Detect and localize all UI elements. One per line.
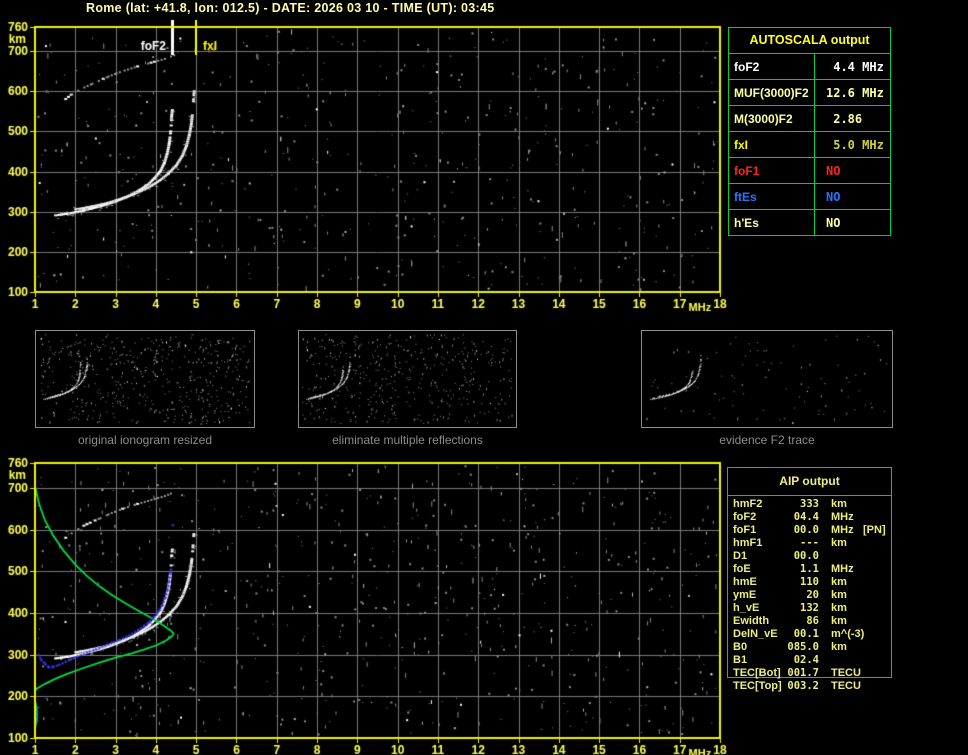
param-unit: TECU [831, 680, 861, 692]
param-name: ftEs [734, 189, 757, 204]
param-name: DelN_vE [733, 628, 778, 640]
param-value: 001.7 [787, 667, 819, 679]
thumbnail-original-canvas [36, 331, 254, 427]
table-row: D1 00.0 [727, 550, 892, 563]
thumbnail-caption: evidence F2 trace [719, 433, 815, 447]
param-value: 02.4 [793, 654, 819, 666]
table-row: foF1 NO [729, 158, 890, 184]
aip-output-title: AIP output [728, 468, 891, 496]
param-name: fxI [734, 137, 749, 152]
param-unit: MHz [831, 524, 854, 536]
param-name: foF2 [733, 511, 757, 523]
thumbnail-original-ionogram [35, 330, 255, 428]
autoscala-output-rows: foF2 4.4 MHz MUF(3000)F2 12.6 MHz M(3000)F2… [729, 54, 890, 235]
param-value: 20 [806, 589, 819, 601]
table-row: TEC[Top] 003.2 TECU [727, 680, 892, 693]
table-row: ftEs NO [729, 184, 890, 210]
autoscala-output-table: AUTOSCALA output foF2 4.4 MHz MUF(3000)F2… [728, 27, 891, 236]
table-row: foF2 4.4 MHz [729, 54, 890, 80]
thumbnail-eliminate-canvas [299, 331, 516, 427]
param-name: h'Es [734, 215, 759, 230]
param-unit: TECU [831, 667, 861, 679]
param-name: foE [733, 563, 751, 575]
param-value: 110 [800, 576, 819, 588]
param-name: h_vE [733, 602, 760, 614]
param-name: TEC[Bot] [733, 667, 781, 679]
param-value: NO [826, 163, 841, 178]
param-name: D1 [733, 550, 748, 562]
main-ionogram-plot [0, 15, 730, 315]
table-row: M(3000)F2 2.86 [729, 106, 890, 132]
param-unit: km [831, 537, 847, 549]
param-value: NO [826, 215, 841, 230]
param-value: 00.0 [793, 550, 819, 562]
table-row: foF2 04.4 MHz [727, 511, 892, 524]
table-row: B0 085.0 km [727, 641, 892, 654]
table-row: h'Es NO [729, 210, 890, 235]
param-value: 04.4 [793, 511, 819, 523]
param-unit: km [831, 498, 847, 510]
param-unit: MHz [831, 511, 854, 523]
thumbnail-evidence-f2-trace [641, 330, 893, 428]
table-row: foF1 00.0 MHz [PN] [727, 524, 892, 537]
param-name: B1 [733, 654, 748, 666]
param-unit: km [831, 641, 847, 653]
thumbnail-caption: original ionogram resized [77, 433, 213, 447]
param-unit: m^(-3) [831, 628, 865, 640]
table-row: hmF2 333 km [727, 498, 892, 511]
param-value: 4.4 MHz [826, 59, 884, 74]
param-name: hmE [733, 576, 757, 588]
param-name: foF2 [734, 59, 760, 74]
param-value: 333 [800, 498, 819, 510]
param-unit: km [831, 576, 847, 588]
thumbnail-caption: eliminate multiple reflections [332, 433, 483, 447]
param-value: 132 [800, 602, 819, 614]
param-unit: km [831, 602, 847, 614]
param-name: MUF(3000)F2 [734, 85, 809, 100]
table-column-divider [814, 53, 815, 235]
param-unit: MHz [831, 563, 854, 575]
param-name: M(3000)F2 [734, 111, 793, 126]
thumbnail-evidence-canvas [642, 331, 892, 427]
table-row: B1 02.4 [727, 654, 892, 667]
param-value: 5.0 MHz [826, 137, 884, 152]
param-value: 2.86 [826, 111, 863, 126]
param-name: hmF2 [733, 498, 763, 510]
param-name: ymE [733, 589, 757, 601]
aip-output-rows: hmF2 333 km foF2 04.4 MHz foF1 00.0 MHz [PN] hmF1 -… [727, 498, 892, 693]
table-row: TEC[Bot] 001.7 TECU [727, 667, 892, 680]
table-row: h_vE 132 km [727, 602, 892, 615]
param-value: 00.0 [793, 524, 819, 536]
thumbnail-eliminate-reflections [298, 330, 517, 428]
param-value: 003.2 [787, 680, 819, 692]
table-row: hmF1 --- km [727, 537, 892, 550]
param-unit: km [831, 589, 847, 601]
table-row: ymE 20 km [727, 589, 892, 602]
param-value: 12.6 MHz [826, 85, 884, 100]
param-value: --- [800, 537, 819, 549]
param-value: NO [826, 189, 841, 204]
param-name: B0 [733, 641, 748, 653]
table-row: Ewidth 86 km [727, 615, 892, 628]
param-value: 86 [806, 615, 819, 627]
param-name: foF1 [734, 163, 760, 178]
autoscala-output-title: AUTOSCALA output [729, 28, 890, 54]
table-row: foE 1.1 MHz [727, 563, 892, 576]
autoscala-window: Rome (lat: +41.8, lon: 012.5) - DATE: 20… [0, 0, 968, 755]
param-unit: km [831, 615, 847, 627]
profile-ionogram-plot [0, 455, 730, 755]
param-name: TEC[Top] [733, 680, 782, 692]
table-row: DelN_vE 00.1 m^(-3) [727, 628, 892, 641]
param-value: 1.1 [800, 563, 819, 575]
station-header: Rome (lat: +41.8, lon: 012.5) - DATE: 20… [86, 1, 495, 15]
param-name: hmF1 [733, 537, 763, 549]
param-value: 00.1 [793, 628, 819, 640]
table-row: MUF(3000)F2 12.6 MHz [729, 80, 890, 106]
param-note: [PN] [863, 524, 886, 536]
param-name: foF1 [733, 524, 757, 536]
param-value: 085.0 [787, 641, 819, 653]
table-row: hmE 110 km [727, 576, 892, 589]
param-name: Ewidth [733, 615, 770, 627]
table-row: fxI 5.0 MHz [729, 132, 890, 158]
